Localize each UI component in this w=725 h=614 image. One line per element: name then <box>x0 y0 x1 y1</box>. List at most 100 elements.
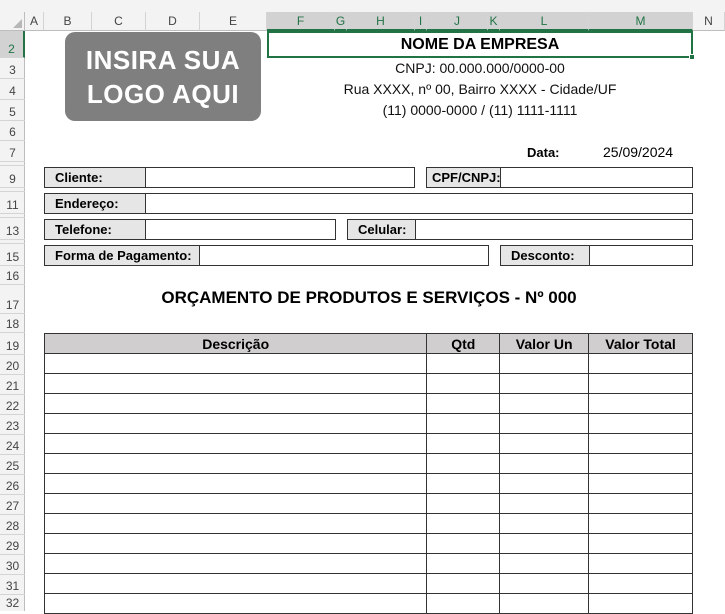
column-header-d[interactable]: D <box>146 12 200 31</box>
cell-valor-un[interactable] <box>499 353 590 374</box>
cell-valor-total[interactable] <box>588 373 693 394</box>
cell-qtd[interactable] <box>426 393 501 414</box>
cell-valor-un[interactable] <box>499 453 590 474</box>
cpf-field[interactable] <box>500 167 693 188</box>
column-header-l[interactable]: L <box>500 12 589 31</box>
celular-field[interactable] <box>415 219 693 240</box>
column-header-f[interactable]: F <box>267 12 335 31</box>
row-header-26[interactable]: 26 <box>0 475 25 495</box>
row-header-27[interactable]: 27 <box>0 495 25 515</box>
cell-descricao[interactable] <box>43 473 428 494</box>
cell-qtd[interactable] <box>426 473 501 494</box>
column-header-j[interactable]: J <box>427 12 488 31</box>
row-header-22[interactable]: 22 <box>0 395 25 415</box>
select-all-corner[interactable] <box>0 12 25 31</box>
cell-descricao[interactable] <box>43 493 428 514</box>
telefone-field[interactable] <box>145 219 336 240</box>
cell-descricao[interactable] <box>43 453 428 474</box>
date-value[interactable]: 25/09/2024 <box>603 144 673 160</box>
row-header-23[interactable]: 23 <box>0 415 25 435</box>
header-valor-total[interactable]: Valor Total <box>588 333 693 354</box>
row-header-16[interactable]: 16 <box>0 266 25 285</box>
cell-qtd[interactable] <box>426 573 501 594</box>
row-header-2[interactable]: 2 <box>0 31 25 58</box>
cell-valor-total[interactable] <box>588 533 693 554</box>
cell-valor-un[interactable] <box>499 393 590 414</box>
cell-qtd[interactable] <box>426 453 501 474</box>
row-header-13[interactable]: 13 <box>0 218 25 240</box>
cell-qtd[interactable] <box>426 553 501 574</box>
row-header-24[interactable]: 24 <box>0 435 25 455</box>
cell-qtd[interactable] <box>426 433 501 454</box>
cell-valor-un[interactable] <box>499 553 590 574</box>
header-qtd[interactable]: Qtd <box>426 333 501 354</box>
column-header-k[interactable]: K <box>488 12 500 31</box>
row-header-7[interactable]: 7 <box>0 141 25 162</box>
cell-valor-un[interactable] <box>499 433 590 454</box>
cell-qtd[interactable] <box>426 353 501 374</box>
column-header-m[interactable]: M <box>589 12 693 31</box>
cell-descricao[interactable] <box>43 533 428 554</box>
row-header-11[interactable]: 11 <box>0 192 25 214</box>
column-header-a[interactable]: A <box>25 12 44 31</box>
row-header-25[interactable]: 25 <box>0 455 25 475</box>
cell-valor-total[interactable] <box>588 573 693 594</box>
cell-valor-un[interactable] <box>499 513 590 534</box>
cell-qtd[interactable] <box>426 413 501 434</box>
column-header-h[interactable]: H <box>347 12 415 31</box>
cell-descricao[interactable] <box>43 413 428 434</box>
cell-valor-total[interactable] <box>588 353 693 374</box>
cell-valor-total[interactable] <box>588 413 693 434</box>
column-header-c[interactable]: C <box>92 12 146 31</box>
cell-descricao[interactable] <box>43 353 428 374</box>
header-valor-un[interactable]: Valor Un <box>499 333 590 354</box>
row-header-20[interactable]: 20 <box>0 355 25 375</box>
row-header-4[interactable]: 4 <box>0 79 25 100</box>
cell-qtd[interactable] <box>426 513 501 534</box>
pagamento-field[interactable] <box>199 245 489 266</box>
cell-qtd[interactable] <box>426 373 501 394</box>
row-header-18[interactable]: 18 <box>0 314 25 333</box>
endereco-field[interactable] <box>145 193 693 214</box>
cell-valor-total[interactable] <box>588 553 693 574</box>
row-header-29[interactable]: 29 <box>0 535 25 555</box>
row-header-3[interactable]: 3 <box>0 58 25 79</box>
cell-valor-un[interactable] <box>499 473 590 494</box>
cell-descricao[interactable] <box>43 433 428 454</box>
row-header-32[interactable]: 32 <box>0 595 25 611</box>
row-header-30[interactable]: 30 <box>0 555 25 575</box>
cell-valor-un[interactable] <box>499 373 590 394</box>
cell-descricao[interactable] <box>43 513 428 534</box>
row-header-31[interactable]: 31 <box>0 575 25 595</box>
cell-descricao[interactable] <box>43 553 428 574</box>
cell-qtd[interactable] <box>426 493 501 514</box>
cliente-field[interactable] <box>145 167 415 188</box>
company-name-cell[interactable]: NOME DA EMPRESA <box>267 31 693 58</box>
header-descricao[interactable]: Descrição <box>43 333 428 354</box>
cell-valor-total[interactable] <box>588 513 693 534</box>
cell-descricao[interactable] <box>43 393 428 414</box>
cell-valor-total[interactable] <box>588 393 693 414</box>
cell-valor-un[interactable] <box>499 413 590 434</box>
row-header-15[interactable]: 15 <box>0 244 25 266</box>
row-header-17[interactable]: 17 <box>0 285 25 314</box>
cell-valor-total[interactable] <box>588 433 693 454</box>
column-header-i[interactable]: I <box>415 12 427 31</box>
logo-placeholder[interactable]: INSIRA SUA LOGO AQUI <box>65 32 261 121</box>
cell-valor-un[interactable] <box>499 533 590 554</box>
cell-valor-total[interactable] <box>588 453 693 474</box>
column-header-b[interactable]: B <box>44 12 92 31</box>
cell-valor-un[interactable] <box>499 573 590 594</box>
cell-qtd[interactable] <box>426 533 501 554</box>
cell-valor-total[interactable] <box>588 473 693 494</box>
desconto-field[interactable] <box>589 245 693 266</box>
cell-valor-total[interactable] <box>588 493 693 514</box>
row-header-21[interactable]: 21 <box>0 375 25 395</box>
column-header-e[interactable]: E <box>200 12 267 31</box>
column-header-n[interactable]: N <box>693 12 725 31</box>
row-header-9[interactable]: 9 <box>0 166 25 188</box>
cell-descricao[interactable] <box>43 573 428 594</box>
row-header-28[interactable]: 28 <box>0 515 25 535</box>
row-header-6[interactable]: 6 <box>0 121 25 141</box>
row-header-19[interactable]: 19 <box>0 333 25 355</box>
